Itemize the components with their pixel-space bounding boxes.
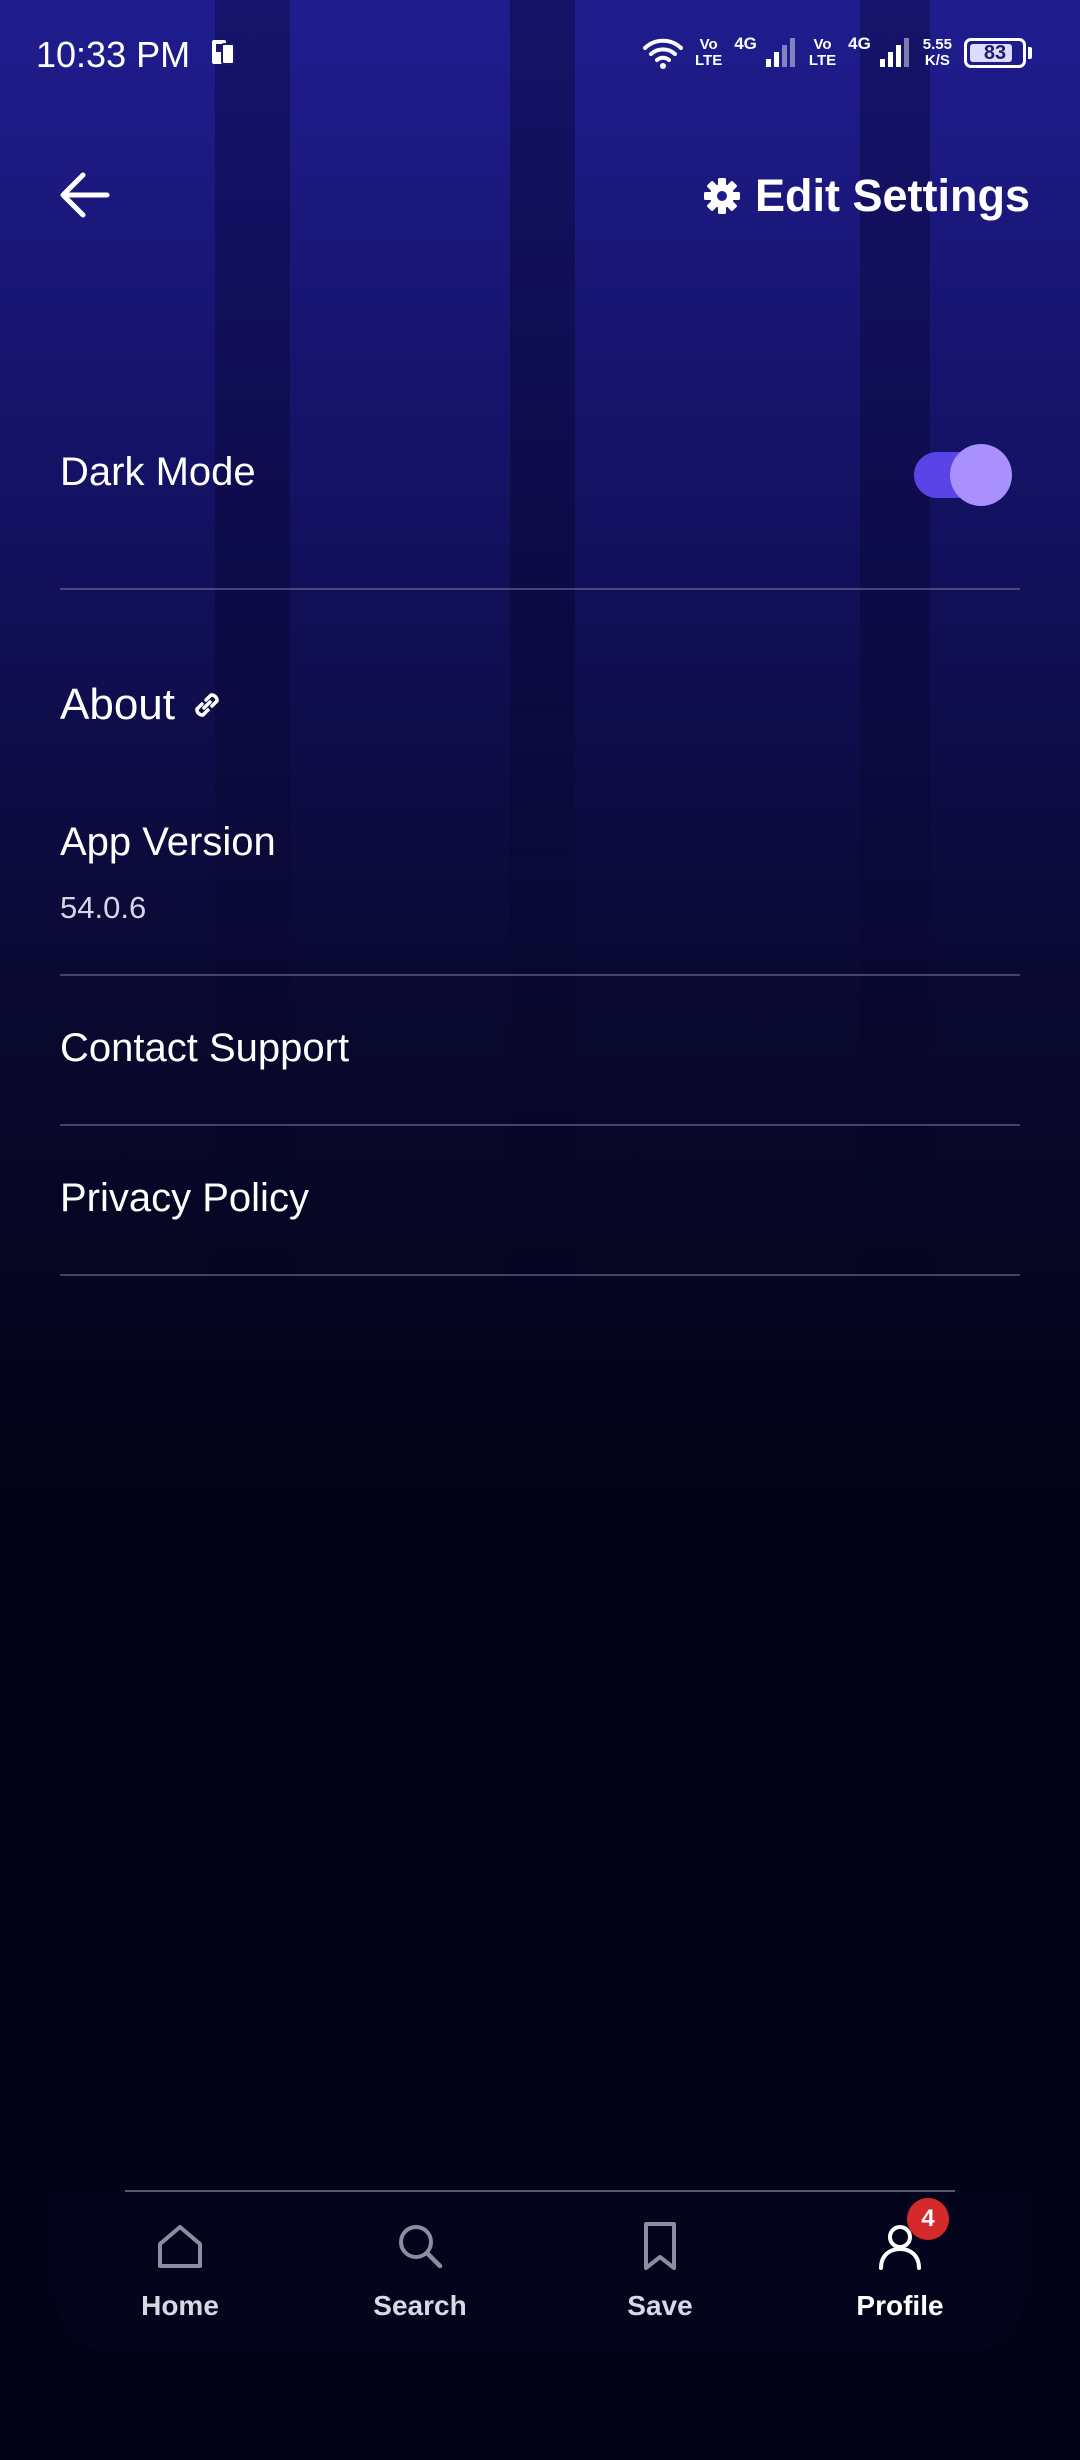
app-version-label: App Version <box>60 820 276 864</box>
wifi-icon <box>642 38 683 69</box>
gear-icon <box>703 178 740 214</box>
network-speed: 5.55 K/S <box>923 37 952 69</box>
edit-settings-button[interactable]: Edit Settings <box>703 166 1030 226</box>
toggle-knob <box>950 444 1012 506</box>
network-speed-unit: K/S <box>924 52 950 69</box>
nav-profile[interactable]: Profile <box>820 2210 980 2340</box>
nav-home[interactable]: Home <box>100 2210 260 2340</box>
phone-sync-icon <box>212 40 235 65</box>
edit-settings-label: Edit Settings <box>754 170 1030 221</box>
divider <box>60 588 1020 590</box>
privacy-policy-item[interactable]: Privacy Policy <box>60 1176 309 1221</box>
about-label: About <box>60 680 175 729</box>
network-speed-value: 5.55 <box>922 36 952 53</box>
battery-tip <box>1028 47 1032 59</box>
nav-home-label: Home <box>141 2290 219 2321</box>
sim1-network-type: 4G <box>734 34 757 53</box>
about-link[interactable]: About <box>60 670 225 740</box>
sim2-volte: Vo LTE <box>809 37 836 69</box>
signal-strength-icon <box>879 38 909 67</box>
status-time: 10:33 PM <box>36 34 191 75</box>
link-icon <box>195 693 219 717</box>
sim2-network-type: 4G <box>848 34 871 53</box>
sim1-volte: Vo LTE <box>695 37 722 69</box>
sim1-volte-top: Vo <box>699 36 718 53</box>
dark-mode-toggle[interactable] <box>912 444 1012 506</box>
battery-level: 83 <box>983 41 1007 64</box>
arrow-left-icon <box>60 172 110 218</box>
nav-search[interactable]: Search <box>340 2210 500 2340</box>
divider <box>60 1274 1020 1276</box>
signal-strength-icon <box>765 38 795 67</box>
contact-support-item[interactable]: Contact Support <box>60 1026 349 1071</box>
battery-indicator: 83 <box>964 38 1026 68</box>
profile-notification-badge: 4 <box>907 2198 949 2240</box>
sim2-volte-top: Vo <box>813 36 832 53</box>
nav-profile-label: Profile <box>856 2290 944 2321</box>
dark-mode-label: Dark Mode <box>60 450 256 494</box>
home-icon <box>158 2225 202 2268</box>
bookmark-icon <box>644 2222 676 2270</box>
sim1-volte-bottom: LTE <box>694 52 723 69</box>
divider <box>60 974 1020 976</box>
back-button[interactable] <box>50 160 120 230</box>
divider <box>60 1124 1020 1126</box>
sim2-volte-bottom: LTE <box>808 52 837 69</box>
bottom-navigation-border <box>125 2190 955 2192</box>
search-icon <box>399 2225 443 2269</box>
status-bar: 10:33 PM Vo LTE 4G Vo LTE 4G 5.55 K/S 83 <box>0 0 1080 110</box>
app-version-value: 54.0.6 <box>60 890 147 925</box>
nav-save[interactable]: Save <box>580 2210 740 2340</box>
nav-search-label: Search <box>373 2290 467 2321</box>
nav-save-label: Save <box>627 2290 693 2321</box>
status-indicators: Vo LTE 4G Vo LTE 4G 5.55 K/S 83 <box>642 28 1032 78</box>
